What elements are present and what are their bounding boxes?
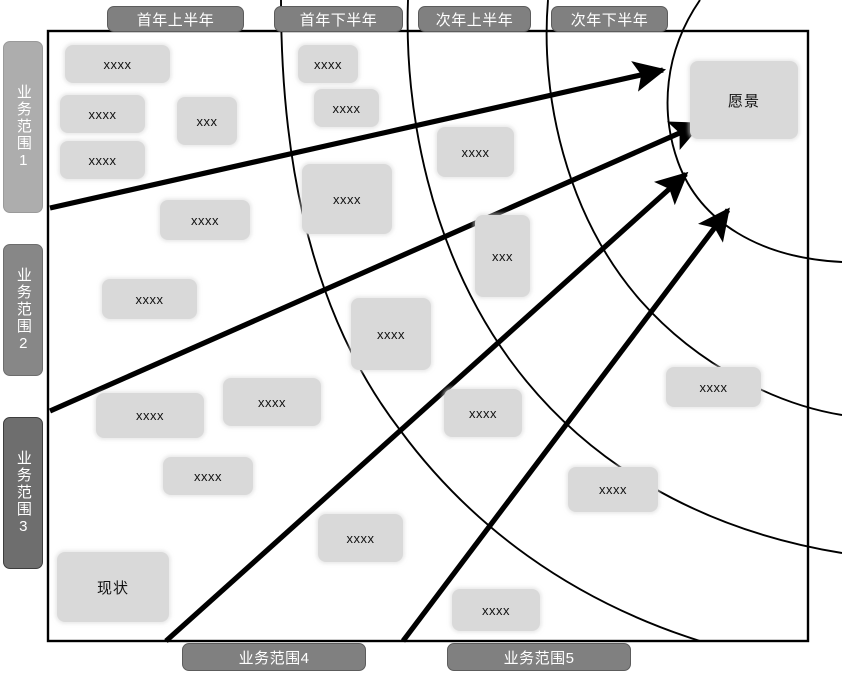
scope-label-5[interactable]: 业务范围5: [447, 643, 631, 671]
item-box[interactable]: xxxx: [163, 457, 253, 495]
scope-label-3[interactable]: 业务范围3: [3, 417, 43, 569]
timeline-label-y2h2[interactable]: 次年下半年: [551, 6, 668, 32]
item-box[interactable]: xxx: [475, 215, 530, 297]
scope-label-4[interactable]: 业务范围4: [182, 643, 366, 671]
item-box[interactable]: xxxx: [102, 279, 197, 319]
item-box[interactable]: xxxx: [666, 367, 761, 407]
scope-label-1[interactable]: 业务范围1: [3, 41, 43, 213]
item-box[interactable]: xxxx: [351, 298, 431, 370]
timeline-label-y2h1[interactable]: 次年上半年: [418, 6, 531, 32]
current-state-box[interactable]: 现状: [57, 552, 169, 622]
vision-box[interactable]: 愿景: [690, 61, 798, 139]
item-box[interactable]: xxxx: [302, 164, 392, 234]
item-box[interactable]: xxxx: [318, 514, 403, 562]
item-box[interactable]: xxxx: [223, 378, 321, 426]
item-box[interactable]: xxxx: [452, 589, 540, 631]
item-box[interactable]: xxxx: [437, 127, 514, 177]
item-box[interactable]: xxxx: [96, 393, 204, 438]
item-box[interactable]: xxxx: [160, 200, 250, 240]
timeline-label-y1h2[interactable]: 首年下半年: [274, 6, 403, 32]
scope-label-2[interactable]: 业务范围2: [3, 244, 43, 376]
item-box[interactable]: xxx: [177, 97, 237, 145]
item-box[interactable]: xxxx: [298, 45, 358, 83]
item-box[interactable]: xxxx: [314, 89, 379, 127]
item-box[interactable]: xxxx: [60, 95, 145, 133]
item-box[interactable]: xxxx: [60, 141, 145, 179]
item-box[interactable]: xxxx: [65, 45, 170, 83]
item-box[interactable]: xxxx: [444, 389, 522, 437]
timeline-label-y1h1[interactable]: 首年上半年: [107, 6, 244, 32]
roadmap-diagram: 首年上半年 首年下半年 次年上半年 次年下半年 业务范围1 业务范围2 业务范围…: [0, 0, 842, 678]
item-box[interactable]: xxxx: [568, 467, 658, 512]
